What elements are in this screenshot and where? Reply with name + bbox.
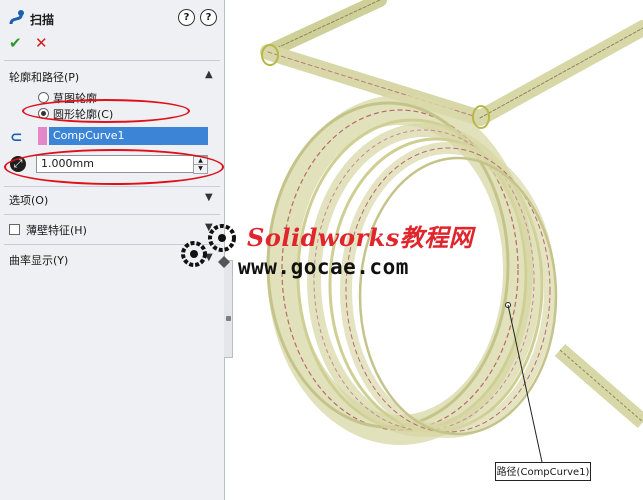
lower-wire — [554, 343, 643, 429]
upper-wire — [260, 0, 643, 126]
watermark-url: www.gocae.com — [238, 255, 409, 279]
path-callout-label[interactable]: 路径(CompCurve1) — [495, 462, 591, 481]
gear-logo-icon — [181, 224, 236, 268]
watermark-title: Solidworks教程网 — [247, 223, 474, 252]
